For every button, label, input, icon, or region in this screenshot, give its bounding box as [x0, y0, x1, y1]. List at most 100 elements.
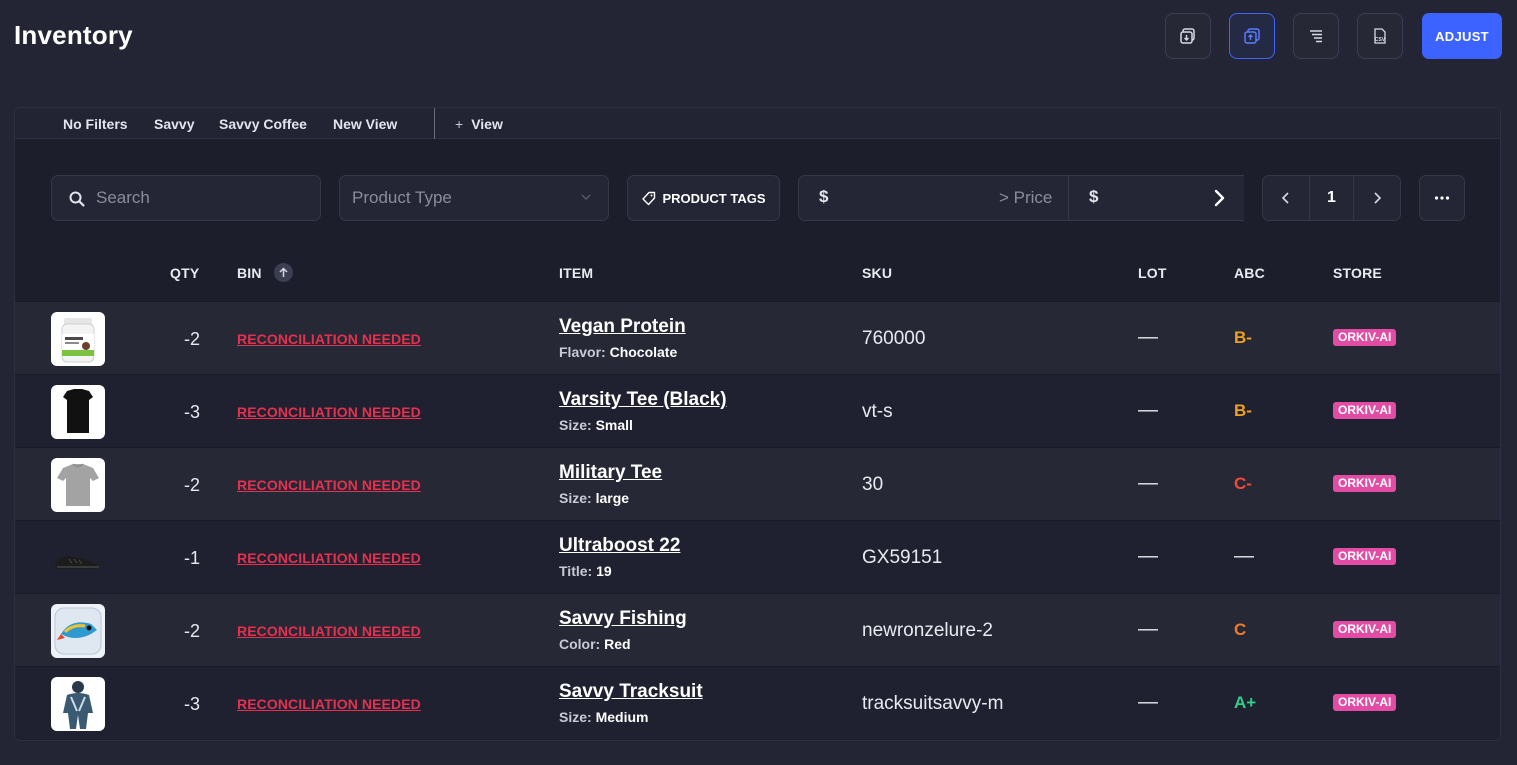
- search-icon: [69, 191, 85, 207]
- current-page[interactable]: 1: [1308, 176, 1355, 220]
- table-row[interactable]: -3 RECONCILIATION NEEDED Varsity Tee (Bl…: [15, 374, 1500, 447]
- price-range-filter: $ > Price $: [798, 175, 1244, 221]
- bin-link[interactable]: RECONCILIATION NEEDED: [237, 477, 421, 493]
- product-type-placeholder: Product Type: [352, 188, 452, 207]
- lot-value: —: [1138, 691, 1158, 713]
- sku-value: vt-s: [862, 401, 893, 422]
- prev-page-button[interactable]: [1263, 176, 1309, 220]
- csv-export-button[interactable]: CSV: [1357, 13, 1403, 59]
- sku-value: GX59151: [862, 547, 943, 568]
- item-name-link[interactable]: Military Tee: [559, 462, 662, 484]
- item-option-value: Chocolate: [609, 344, 678, 360]
- csv-icon: CSV: [1374, 28, 1386, 44]
- table-row[interactable]: -1 RECONCILIATION NEEDED Ultraboost 22 T…: [15, 520, 1500, 593]
- product-thumbnail: [51, 604, 105, 658]
- add-view-button[interactable]: + View: [455, 116, 503, 132]
- filter-list-button[interactable]: [1293, 13, 1339, 59]
- item-option: Size: Medium: [559, 709, 648, 725]
- view-tab-new-view[interactable]: New View: [333, 116, 397, 132]
- product-type-select[interactable]: Product Type: [339, 175, 609, 221]
- more-icon: [1434, 196, 1450, 200]
- column-header-store[interactable]: STORE: [1333, 265, 1382, 281]
- abc-grade: C-: [1234, 474, 1252, 493]
- item-option: Title: 19: [559, 563, 612, 579]
- column-header-abc[interactable]: ABC: [1234, 265, 1265, 281]
- view-tab-savvy[interactable]: Savvy: [154, 116, 194, 132]
- product-thumbnail: [51, 458, 105, 512]
- store-badge: ORKIV-AI: [1333, 621, 1397, 638]
- sort-ascending-icon[interactable]: [274, 263, 293, 282]
- product-tags-button[interactable]: PRODUCT TAGS: [627, 175, 780, 221]
- view-tab-savvy-coffee[interactable]: Savvy Coffee: [219, 116, 307, 132]
- price-max-input[interactable]: $: [1089, 187, 1098, 207]
- price-separator: [1068, 176, 1069, 220]
- item-option-value: Small: [595, 417, 633, 433]
- item-option-key: Size:: [559, 490, 592, 506]
- column-header-sku[interactable]: SKU: [862, 265, 892, 281]
- bin-link[interactable]: RECONCILIATION NEEDED: [237, 696, 421, 712]
- chevron-down-icon: [581, 194, 591, 201]
- product-thumbnail: [51, 385, 105, 439]
- product-thumbnail: [51, 531, 105, 585]
- table-row[interactable]: -3 RECONCILIATION NEEDED Savvy Tracksuit…: [15, 666, 1500, 739]
- table-row[interactable]: -2 RECONCILIATION NEEDED Vegan Protein F…: [15, 301, 1500, 374]
- abc-grade: —: [1234, 545, 1254, 567]
- item-option-key: Size:: [559, 417, 592, 433]
- price-label: > Price: [999, 188, 1053, 207]
- add-view-label: View: [471, 116, 503, 132]
- product-thumbnail: [51, 312, 105, 366]
- views-divider: [434, 108, 435, 139]
- column-header-item[interactable]: ITEM: [559, 265, 593, 281]
- bin-link[interactable]: RECONCILIATION NEEDED: [237, 623, 421, 639]
- adjust-button[interactable]: ADJUST: [1422, 13, 1502, 59]
- filter-list-icon: [1310, 30, 1322, 43]
- inventory-panel: No Filters Savvy Savvy Coffee New View +…: [14, 107, 1501, 741]
- next-page-button[interactable]: [1354, 176, 1400, 220]
- column-header-lot[interactable]: LOT: [1138, 265, 1167, 281]
- item-name-link[interactable]: Vegan Protein: [559, 316, 686, 338]
- item-option-key: Title:: [559, 563, 593, 579]
- store-badge: ORKIV-AI: [1333, 694, 1397, 711]
- bin-link[interactable]: RECONCILIATION NEEDED: [237, 550, 421, 566]
- copy-icon: [1244, 28, 1260, 44]
- table-row[interactable]: -2 RECONCILIATION NEEDED Military Tee Si…: [15, 447, 1500, 520]
- product-tags-label: PRODUCT TAGS: [662, 190, 766, 206]
- header-bar: Inventory CSV ADJUST: [0, 0, 1517, 72]
- price-min-input[interactable]: $: [819, 187, 828, 207]
- item-option-value: 19: [596, 563, 612, 579]
- search-input[interactable]: [96, 176, 316, 220]
- view-tab-no-filters[interactable]: No Filters: [63, 116, 128, 132]
- more-options-button[interactable]: [1419, 175, 1465, 221]
- abc-grade: B-: [1234, 401, 1252, 420]
- item-name-link[interactable]: Varsity Tee (Black): [559, 389, 727, 411]
- search-field[interactable]: [51, 175, 321, 221]
- pagination: 1: [1262, 175, 1401, 221]
- chevron-right-icon[interactable]: [1209, 188, 1229, 208]
- item-name-link[interactable]: Savvy Tracksuit: [559, 681, 703, 703]
- table-row[interactable]: -2 RECONCILIATION NEEDED Savvy Fishing C…: [15, 593, 1500, 666]
- column-header-bin[interactable]: BIN: [237, 265, 262, 281]
- item-option-key: Color:: [559, 636, 601, 652]
- item-option: Color: Red: [559, 636, 631, 652]
- qty-value: -1: [183, 548, 200, 568]
- copy-button[interactable]: [1229, 13, 1275, 59]
- abc-grade: A+: [1234, 693, 1257, 712]
- qty-value: -3: [183, 402, 200, 422]
- item-name-link[interactable]: Savvy Fishing: [559, 608, 687, 630]
- item-name-link[interactable]: Ultraboost 22: [559, 535, 680, 557]
- item-option: Flavor: Chocolate: [559, 344, 677, 360]
- item-option-value: Medium: [595, 709, 649, 725]
- bin-link[interactable]: RECONCILIATION NEEDED: [237, 404, 421, 420]
- column-header-qty[interactable]: QTY: [170, 265, 199, 281]
- qty-value: -2: [183, 329, 200, 349]
- bin-link[interactable]: RECONCILIATION NEEDED: [237, 331, 421, 347]
- sku-value: 30: [862, 474, 884, 495]
- chevron-left-icon: [1281, 192, 1289, 204]
- import-button[interactable]: [1165, 13, 1211, 59]
- lot-value: —: [1138, 326, 1158, 348]
- page-title: Inventory: [14, 20, 133, 50]
- item-option-value: large: [595, 490, 630, 506]
- store-badge: ORKIV-AI: [1333, 548, 1397, 565]
- svg-text:CSV: CSV: [1375, 37, 1386, 43]
- saved-views-bar: No Filters Savvy Savvy Coffee New View +…: [15, 108, 1500, 139]
